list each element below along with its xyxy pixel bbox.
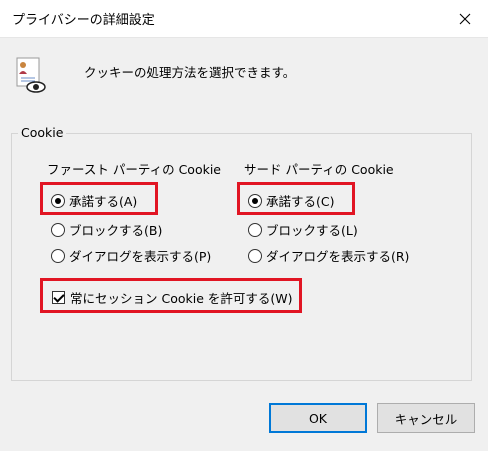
ok-button[interactable]: OK [269,403,367,433]
close-icon [459,13,471,24]
third-party-accept-radio[interactable]: 承諾する(C) [248,191,334,210]
close-button[interactable] [442,0,488,37]
radio-label: 承諾する(C) [266,194,335,209]
cookie-group-legend: Cookie [18,125,67,140]
cancel-button[interactable]: キャンセル [377,403,475,433]
radio-indicator [51,222,65,237]
checkbox-label: 常にセッション Cookie を許可する(W) [70,291,293,306]
radio-label: ブロックする(B) [69,223,163,238]
privacy-document-icon [16,57,46,93]
radio-label: 承諾する(A) [69,194,138,209]
radio-indicator [51,248,65,263]
radio-selected-indicator [51,193,65,208]
window-title: プライバシーの詳細設定 [12,13,155,28]
radio-label: ブロックする(L) [266,223,358,238]
title-bar: プライバシーの詳細設定 [0,0,488,38]
first-party-accept-radio[interactable]: 承諾する(A) [51,191,137,210]
radio-indicator [248,222,262,237]
dialog-description: クッキーの処理方法を選択できます。 [84,65,296,80]
radio-label: ダイアログを表示する(R) [266,249,410,264]
third-party-heading: サード パーティの Cookie [244,162,394,177]
radio-selected-indicator [248,193,262,208]
radio-label: ダイアログを表示する(P) [69,249,212,264]
third-party-block-radio[interactable]: ブロックする(L) [248,220,358,239]
checkbox-checked-indicator [52,291,65,304]
first-party-block-radio[interactable]: ブロックする(B) [51,220,162,239]
first-party-prompt-radio[interactable]: ダイアログを表示する(P) [51,246,211,265]
session-cookie-checkbox[interactable]: 常にセッション Cookie を許可する(W) [52,288,293,307]
third-party-prompt-radio[interactable]: ダイアログを表示する(R) [248,246,409,265]
radio-indicator [248,248,262,263]
first-party-heading: ファースト パーティの Cookie [47,162,221,177]
